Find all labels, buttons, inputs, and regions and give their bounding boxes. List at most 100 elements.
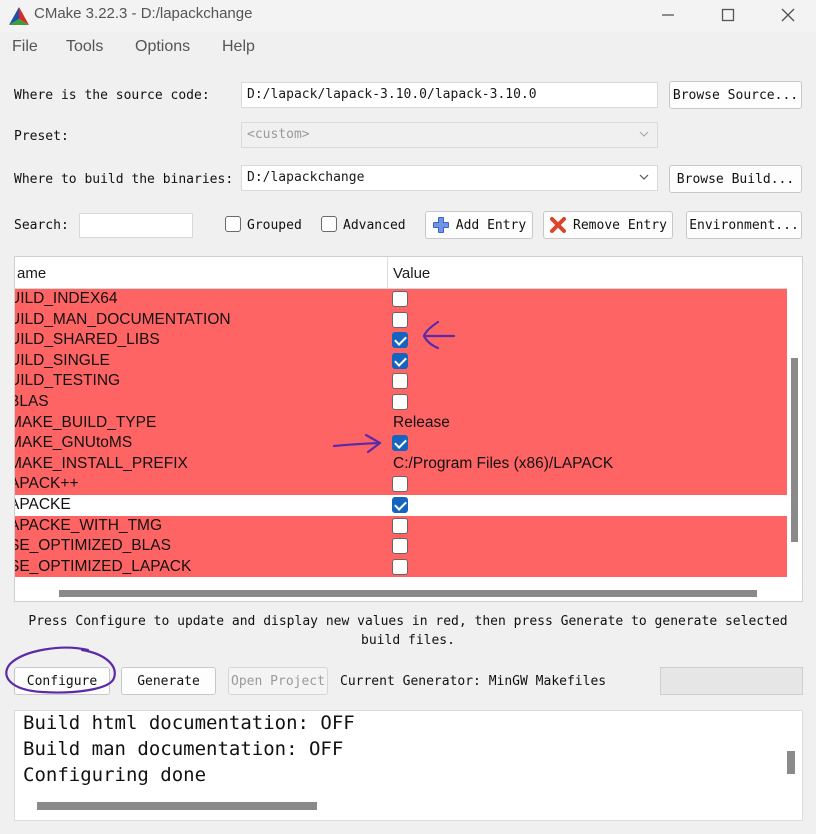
table-row[interactable]: UILD_TESTING <box>15 371 787 392</box>
cell-name: MAKE_GNUtoMS <box>14 434 133 452</box>
minimize-icon[interactable] <box>648 2 688 28</box>
source-label: Where is the source code: <box>14 88 210 103</box>
value-checkbox[interactable] <box>392 558 408 575</box>
cell-name: UILD_MAN_DOCUMENTATION <box>14 310 231 328</box>
table-row[interactable]: MAKE_GNUtoMS <box>15 433 787 454</box>
browse-build-button[interactable]: Browse Build... <box>669 165 802 193</box>
table-row[interactable]: UILD_SINGLE <box>14 350 787 372</box>
table-row[interactable]: APACK++ <box>15 474 787 495</box>
plus-icon <box>432 217 449 233</box>
chevron-down-icon <box>639 131 649 137</box>
search-label: Search: <box>14 218 69 233</box>
value-checkbox[interactable] <box>392 291 408 307</box>
progress-bar <box>660 667 803 695</box>
log-scroll-thumb[interactable] <box>787 751 795 774</box>
grouped-label: Grouped <box>247 218 302 233</box>
hint-line-2: build files. <box>361 633 455 648</box>
log-line: Build man documentation: OFF <box>23 738 344 760</box>
log-horizontal-scroll-thumb[interactable] <box>37 802 317 810</box>
build-path-value: D:/lapackchange <box>247 170 365 185</box>
source-path-input[interactable]: D:/lapack/lapack-3.10.0/lapack-3.10.0 <box>241 82 658 108</box>
browse-source-button[interactable]: Browse Source... <box>669 81 802 109</box>
cell-name: BLAS <box>15 392 49 410</box>
menu-file[interactable]: File <box>12 38 38 56</box>
scroll-thumb[interactable] <box>59 590 757 597</box>
value-checkbox[interactable] <box>392 435 408 452</box>
log-line: Configuring done <box>23 764 207 786</box>
cell-name: SE_OPTIMIZED_BLAS <box>14 537 171 555</box>
value-checkbox[interactable] <box>392 332 408 349</box>
cell-value[interactable]: Release <box>393 414 450 432</box>
value-checkbox[interactable] <box>392 311 408 328</box>
value-checkbox[interactable] <box>392 517 408 534</box>
value-checkbox[interactable] <box>392 373 408 390</box>
maximize-icon[interactable] <box>708 2 748 28</box>
menu-tools[interactable]: Tools <box>66 38 103 56</box>
menu-options[interactable]: Options <box>135 38 190 56</box>
add-entry-label: Add Entry <box>455 217 527 233</box>
cell-name: MAKE_BUILD_TYPE <box>14 413 157 431</box>
table-row[interactable]: UILD_SHARED_LIBS <box>15 330 787 351</box>
remove-entry-label: Remove Entry <box>573 217 667 233</box>
cell-name: APACK++ <box>14 475 79 493</box>
value-checkbox[interactable] <box>392 538 408 555</box>
generate-button[interactable]: Generate <box>121 667 216 695</box>
column-header-name[interactable]: ame <box>17 265 46 282</box>
value-checkbox[interactable] <box>392 352 408 369</box>
build-path-combo[interactable]: D:/lapackchange <box>241 165 658 191</box>
table-row[interactable]: APACKE_WITH_TMG <box>14 515 787 537</box>
annotation-arrow-right <box>332 433 382 454</box>
remove-entry-button[interactable]: Remove Entry <box>543 211 673 239</box>
column-header-value[interactable]: Value <box>393 265 430 282</box>
value-checkbox[interactable] <box>392 476 408 493</box>
table-row[interactable]: APACKE <box>14 494 787 516</box>
table-row[interactable]: UILD_INDEX64 <box>15 289 787 310</box>
cell-name: UILD_INDEX64 <box>14 290 118 307</box>
add-entry-button[interactable]: Add Entry <box>425 211 533 239</box>
value-checkbox[interactable] <box>392 393 408 410</box>
table-row[interactable]: SE_OPTIMIZED_LAPACK <box>14 556 787 578</box>
output-log[interactable]: Build html documentation: OFF Build man … <box>14 710 803 821</box>
remove-x-icon <box>550 217 567 233</box>
hint-line-1: Press Configure to update and display ne… <box>28 614 788 629</box>
advanced-label: Advanced <box>343 218 406 233</box>
build-label: Where to build the binaries: <box>14 172 234 187</box>
grouped-checkbox[interactable] <box>225 216 241 232</box>
table-header: ame Value <box>15 257 789 289</box>
cell-name: APACKE_WITH_TMG <box>14 516 163 534</box>
close-icon[interactable] <box>768 2 808 28</box>
table-row[interactable]: BLAS <box>15 391 787 413</box>
cell-name: APACKE <box>14 495 71 513</box>
preset-label: Preset: <box>14 129 69 144</box>
table-body: UILD_INDEX64 UILD_MAN_DOCUMENTATION UILD_S… <box>14 289 787 578</box>
environment-button[interactable]: Environment... <box>686 211 802 239</box>
current-generator: Current Generator: MinGW Makefiles <box>340 674 607 689</box>
cell-name: UILD_SHARED_LIBS <box>14 331 160 349</box>
cell-name: SE_OPTIMIZED_LAPACK <box>14 557 192 575</box>
cell-name: MAKE_INSTALL_PREFIX <box>14 454 188 472</box>
annotation-circle <box>5 646 116 694</box>
search-input[interactable] <box>79 213 193 238</box>
cell-value[interactable]: C:/Program Files (x86)/LAPACK <box>393 455 613 473</box>
window-title: CMake 3.22.3 - D:/lapackchange <box>34 5 253 22</box>
hint-text: Press Configure to update and display ne… <box>0 612 816 650</box>
table-row[interactable]: SE_OPTIMIZED_BLAS <box>15 536 787 557</box>
table-vertical-scrollbar[interactable] <box>787 257 802 601</box>
scroll-thumb[interactable] <box>791 358 798 542</box>
cell-name: UILD_SINGLE <box>14 351 110 369</box>
open-project-button: Open Project <box>228 667 328 695</box>
cell-name: UILD_TESTING <box>14 372 121 390</box>
advanced-checkbox[interactable] <box>321 216 337 232</box>
table-row[interactable]: MAKE_INSTALL_PREFIX C:/Program Files (x86… <box>14 453 787 475</box>
annotation-arrow-left <box>422 320 456 350</box>
menu-help[interactable]: Help <box>222 38 255 56</box>
cache-table[interactable]: ame Value UILD_INDEX64 UILD_MAN_DOCUMENTA… <box>14 256 803 602</box>
log-line: Build html documentation: OFF <box>23 712 355 734</box>
cmake-logo-icon <box>9 7 29 25</box>
column-divider <box>387 257 388 289</box>
table-row[interactable]: UILD_MAN_DOCUMENTATION <box>14 309 787 331</box>
table-row[interactable]: MAKE_BUILD_TYPE Release <box>14 412 787 434</box>
chevron-down-icon[interactable] <box>639 172 649 182</box>
value-checkbox[interactable] <box>392 496 408 513</box>
table-horizontal-scrollbar[interactable] <box>15 586 789 601</box>
